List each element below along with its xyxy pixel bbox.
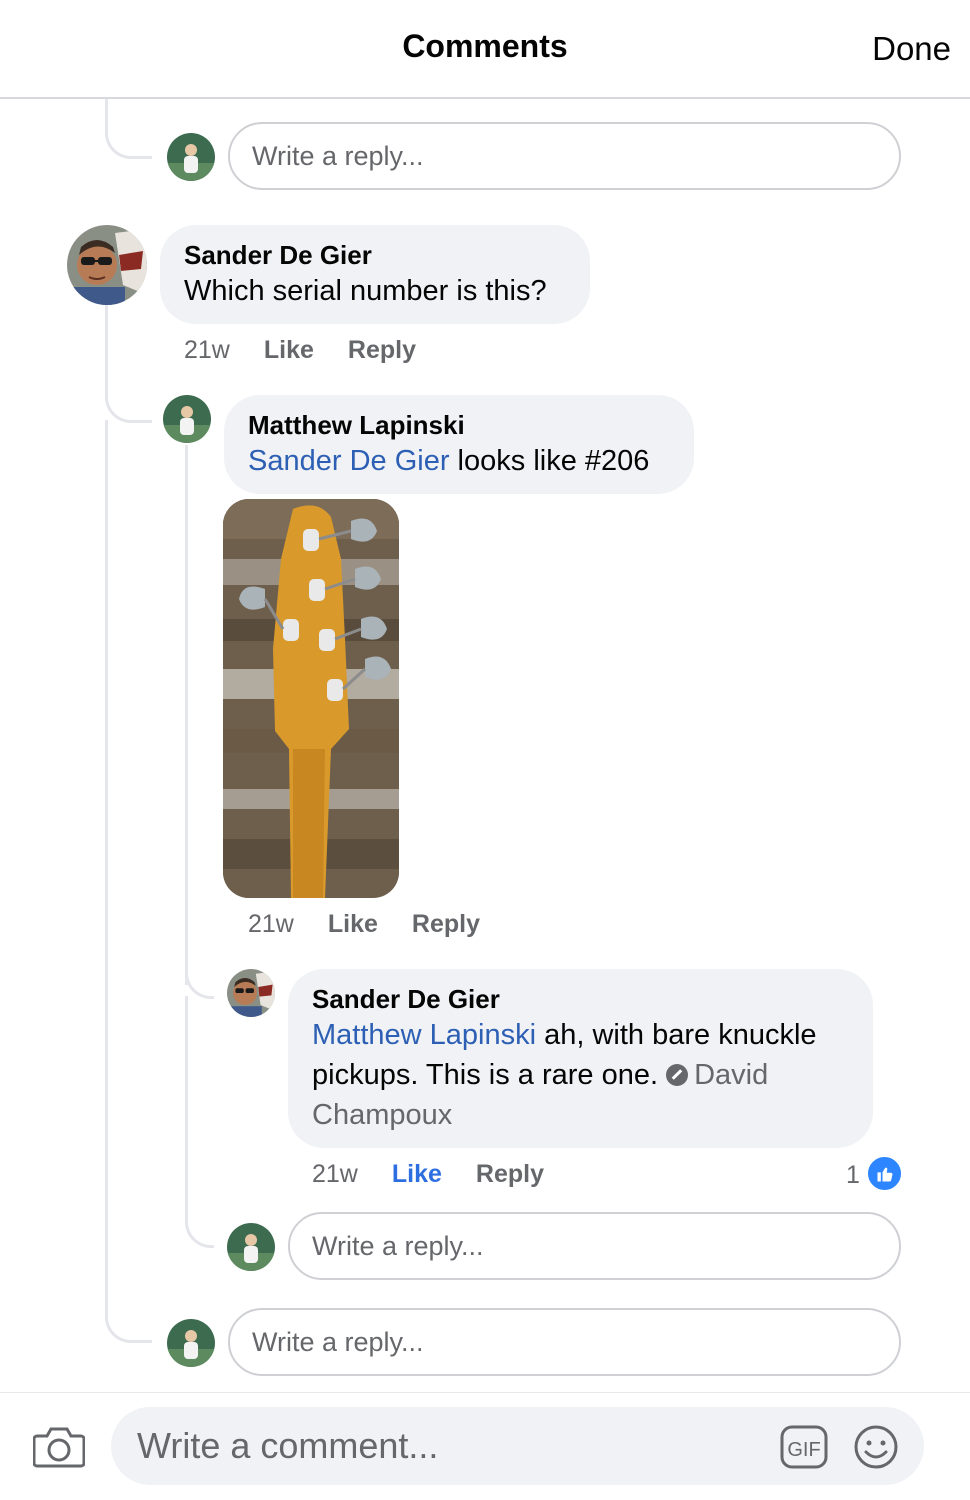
comment-time[interactable]: 21w (184, 336, 230, 365)
camera-icon[interactable] (32, 1424, 86, 1468)
thumbs-up-icon[interactable] (866, 1155, 903, 1192)
avatar[interactable] (167, 133, 215, 181)
like-button[interactable]: Like (392, 1160, 442, 1189)
reply-placeholder: Write a reply... (252, 140, 424, 171)
thread-connector (105, 384, 152, 423)
thread-line (185, 996, 188, 1216)
comment-bubble[interactable]: Sander De Gier Which serial number is th… (160, 225, 590, 324)
reply-placeholder: Write a reply... (312, 1230, 484, 1261)
comment-actions: 21w Like Reply (184, 336, 416, 365)
reply-button[interactable]: Reply (412, 910, 480, 939)
gif-icon[interactable]: GIF (780, 1425, 828, 1469)
thumbs-up-glyph (877, 1167, 892, 1181)
smiley-glyph (854, 1425, 898, 1469)
reply-button[interactable]: Reply (476, 1160, 544, 1189)
avatar[interactable] (67, 225, 147, 305)
comment-text: Which serial number is this? (184, 275, 547, 307)
emoji-icon[interactable] (853, 1424, 899, 1470)
comment-bubble[interactable]: Matthew Lapinski Sander De Gier looks li… (224, 395, 694, 494)
reply-input[interactable]: Write a reply... (228, 1308, 901, 1376)
reply-input[interactable]: Write a reply... (228, 122, 901, 190)
avatar[interactable] (227, 969, 275, 1017)
mention-link[interactable]: Matthew Lapinski (312, 1019, 536, 1051)
avatar[interactable] (227, 1223, 275, 1271)
thread-connector (185, 960, 214, 999)
thread-line (185, 445, 188, 985)
reply-input[interactable]: Write a reply... (288, 1212, 901, 1280)
comment-author[interactable]: Sander De Gier (312, 983, 849, 1015)
comment-author[interactable]: Sander De Gier (184, 239, 566, 271)
user-avatar-icon (67, 225, 147, 305)
comment-actions: 21w Like Reply (312, 1160, 544, 1189)
comment-text: Matthew Lapinski ah, with bare knuckle p… (312, 1015, 849, 1135)
pencil-icon (666, 1064, 689, 1086)
page-title: Comments (402, 28, 568, 64)
avatar[interactable] (167, 1319, 215, 1367)
done-button[interactable]: Done (872, 30, 951, 68)
user-avatar-icon (167, 133, 215, 181)
gif-label: GIF (787, 1439, 820, 1461)
comment-actions: 21w Like Reply (248, 910, 480, 939)
camera-glyph (32, 1427, 86, 1468)
user-avatar-icon (163, 395, 211, 443)
thread-line (105, 420, 108, 1320)
comment-body: looks like #206 (449, 445, 650, 477)
gif-glyph: GIF (780, 1425, 828, 1469)
comment-text: Sander De Gier looks like #206 (248, 441, 670, 481)
like-button[interactable]: Like (264, 336, 314, 365)
thread-line (105, 305, 108, 385)
comment-bubble[interactable]: Sander De Gier Matthew Lapinski ah, with… (288, 969, 873, 1148)
avatar[interactable] (163, 395, 211, 443)
user-avatar-icon (227, 1223, 275, 1271)
thread-connector (185, 1205, 214, 1248)
user-avatar-icon (227, 969, 275, 1017)
comment-time[interactable]: 21w (248, 910, 294, 939)
comment-time[interactable]: 21w (312, 1160, 358, 1189)
reaction-count[interactable]: 1 (846, 1161, 860, 1190)
comment-author[interactable]: Matthew Lapinski (248, 409, 670, 441)
mention-link[interactable]: Sander De Gier (248, 445, 450, 477)
guitar-headstock-image (223, 499, 399, 898)
user-avatar-icon (167, 1319, 215, 1367)
reply-placeholder: Write a reply... (252, 1326, 424, 1357)
thread-connector (105, 1300, 152, 1343)
thread-line (105, 99, 108, 119)
thread-connector (105, 118, 152, 159)
reply-button[interactable]: Reply (348, 336, 416, 365)
comment-placeholder: Write a comment... (137, 1425, 439, 1466)
like-button[interactable]: Like (328, 910, 378, 939)
comment-photo[interactable] (223, 499, 399, 898)
